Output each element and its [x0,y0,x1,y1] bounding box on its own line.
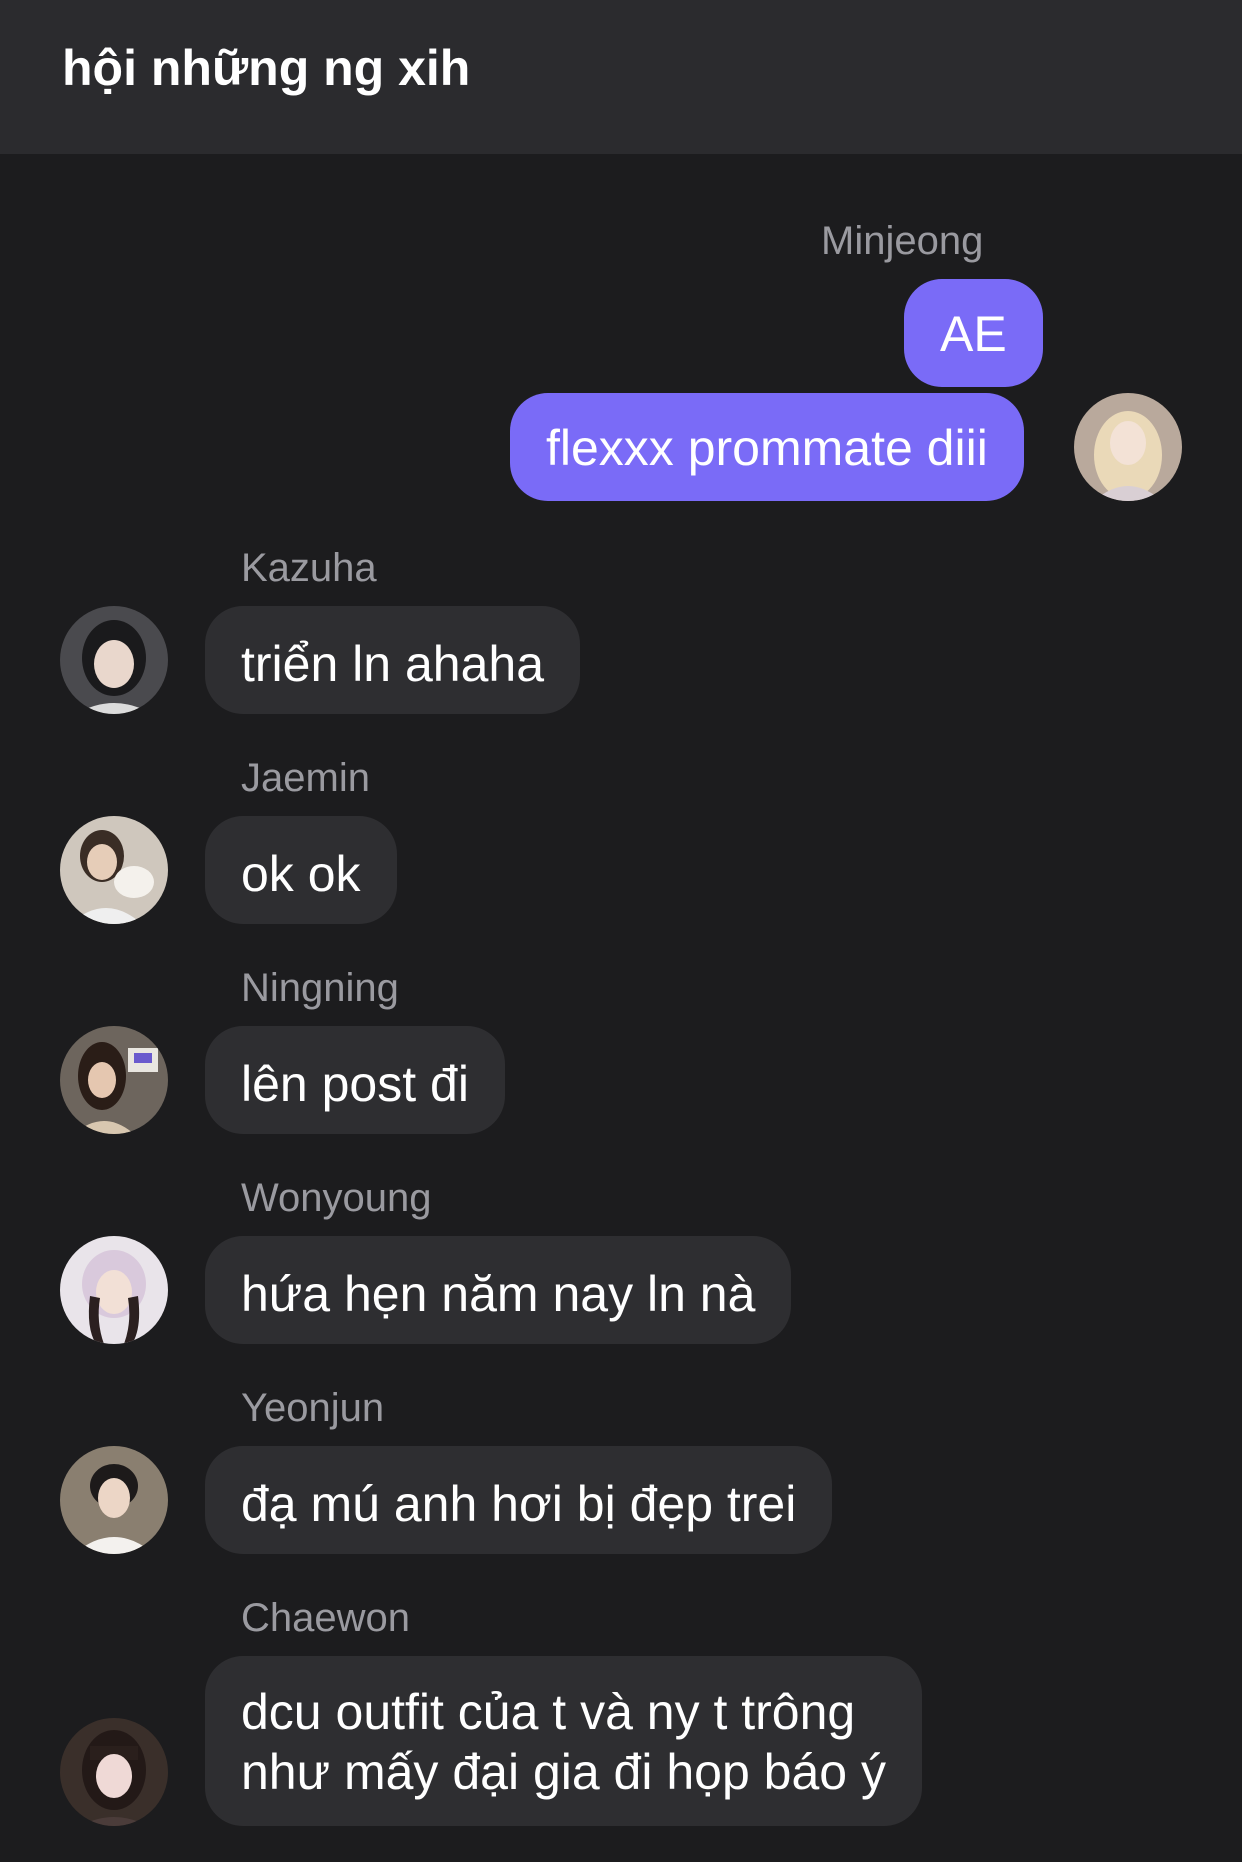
avatar-yeonjun[interactable] [60,1446,168,1554]
message-bubble-jaemin[interactable]: ok ok [205,816,397,924]
chat-header: hội những ng xih [0,0,1242,154]
sender-name-kazuha: Kazuha [241,546,377,590]
avatar-ningning[interactable] [60,1026,168,1134]
message-line-2: như mấy đại gia đi họp báo ý [241,1744,886,1800]
sender-name-minjeong: Minjeong [821,219,984,263]
chat-title[interactable]: hội những ng xih [62,38,470,98]
message-bubble-ningning[interactable]: lên post đi [205,1026,505,1134]
avatar-chaewon[interactable] [60,1718,168,1826]
sender-name-yeonjun: Yeonjun [241,1386,385,1430]
message-bubble-minjeong-2[interactable]: flexxx prommate diii [510,393,1024,501]
message-bubble-minjeong-1[interactable]: AE [904,279,1043,387]
message-bubble-kazuha[interactable]: triển ln ahaha [205,606,581,714]
message-bubble-chaewon[interactable]: dcu outfit của t và ny t trông như mấy đ… [205,1656,922,1826]
avatar-wonyoung[interactable] [60,1236,168,1344]
sender-name-wonyoung: Wonyoung [241,1176,432,1220]
avatar-minjeong[interactable] [1074,393,1182,501]
avatar-kazuha[interactable] [60,606,168,714]
message-bubble-wonyoung[interactable]: hứa hẹn năm nay ln nà [205,1236,792,1344]
avatar-jaemin[interactable] [60,816,168,924]
sender-name-jaemin: Jaemin [241,756,370,800]
message-bubble-yeonjun[interactable]: đạ mú anh hơi bị đẹp trei [205,1446,833,1554]
message-line-1: dcu outfit của t và ny t trông [241,1684,856,1740]
sender-name-ningning: Ningning [241,966,399,1010]
sender-name-chaewon: Chaewon [241,1596,411,1640]
